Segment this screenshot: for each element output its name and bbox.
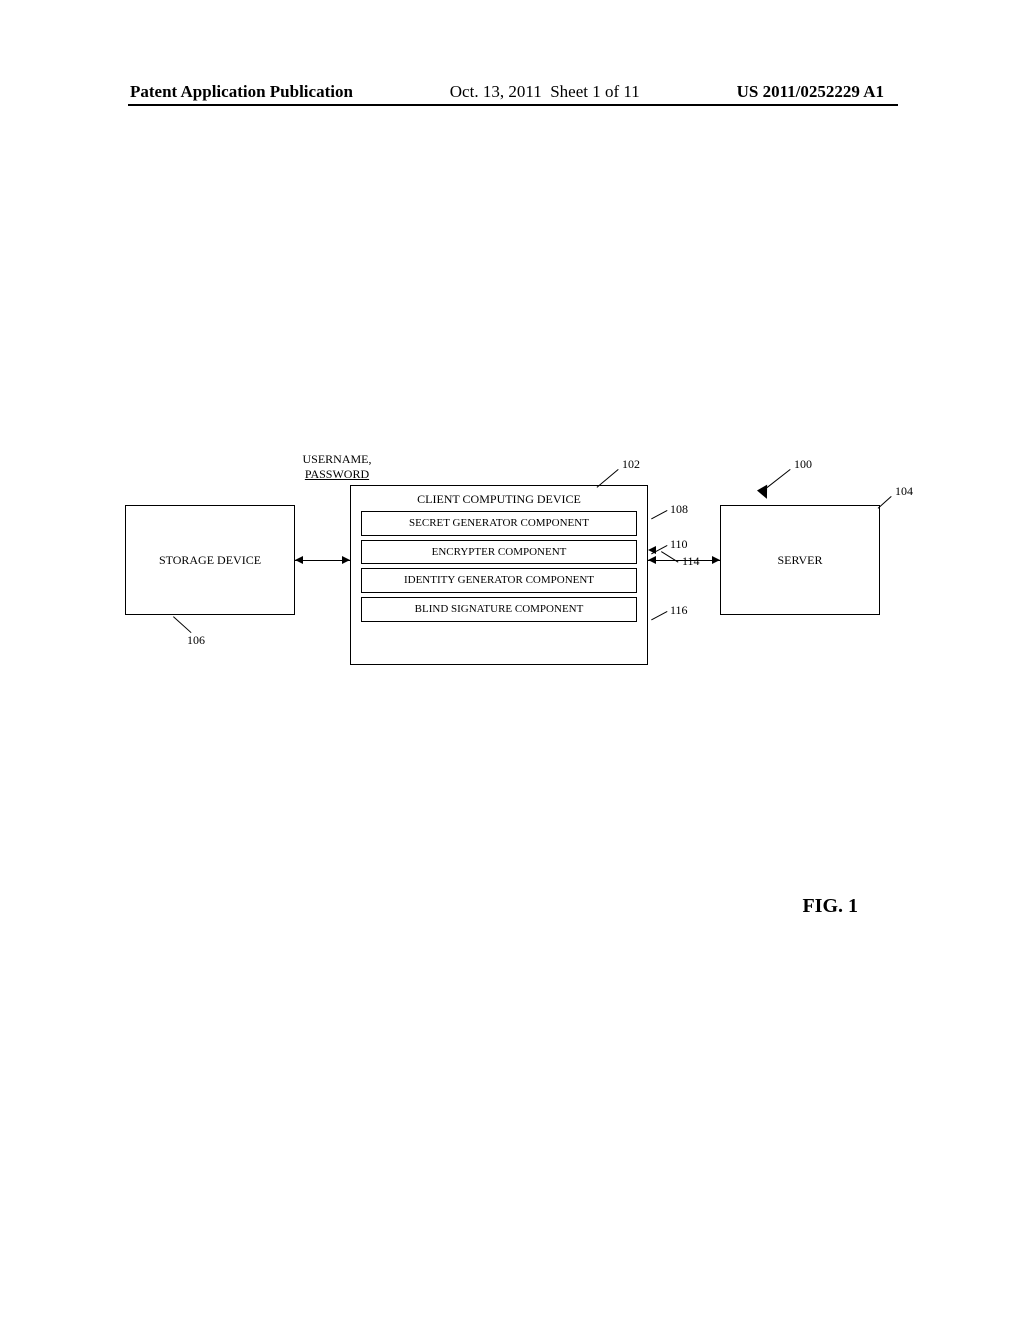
encrypter-label: ENCRYPTER COMPONENT bbox=[432, 546, 567, 558]
storage-device-box: STORAGE DEVICE bbox=[125, 505, 295, 615]
header-sheet: Sheet 1 of 11 bbox=[550, 82, 640, 101]
client-device-title: CLIENT COMPUTING DEVICE bbox=[361, 492, 637, 507]
ref-116: 116 bbox=[670, 603, 688, 618]
server-label: SERVER bbox=[777, 553, 822, 568]
secret-generator-label: SECRET GENERATOR COMPONENT bbox=[409, 517, 589, 529]
system-diagram: USERNAME, PASSWORD STORAGE DEVICE CLIENT… bbox=[125, 460, 895, 690]
lead-104 bbox=[878, 496, 892, 509]
input-label: USERNAME, PASSWORD bbox=[285, 452, 389, 482]
header-date-sheet: Oct. 13, 2011 Sheet 1 of 11 bbox=[450, 82, 640, 102]
page: Patent Application Publication Oct. 13, … bbox=[0, 0, 1024, 1320]
lead-116 bbox=[651, 611, 667, 620]
header-date: Oct. 13, 2011 bbox=[450, 82, 542, 101]
storage-device-label: STORAGE DEVICE bbox=[159, 553, 261, 568]
arrowhead-left-storage bbox=[295, 556, 303, 564]
ref-108: 108 bbox=[670, 502, 688, 517]
page-header: Patent Application Publication Oct. 13, … bbox=[0, 82, 1024, 102]
identity-generator-label: IDENTITY GENERATOR COMPONENT bbox=[404, 574, 594, 586]
server-box: SERVER bbox=[720, 505, 880, 615]
identity-generator-box: IDENTITY GENERATOR COMPONENT bbox=[361, 568, 637, 593]
arrowhead-right-server bbox=[712, 556, 720, 564]
arrowhead-left-client bbox=[648, 556, 656, 564]
secret-generator-box: SECRET GENERATOR COMPONENT bbox=[361, 511, 637, 536]
ref-102: 102 bbox=[622, 457, 640, 472]
ref-100: 100 bbox=[794, 457, 812, 472]
ref-110: 110 bbox=[670, 537, 688, 552]
blind-signature-box: BLIND SIGNATURE COMPONENT bbox=[361, 597, 637, 622]
client-device-box: CLIENT COMPUTING DEVICE SECRET GENERATOR… bbox=[350, 485, 648, 665]
header-rule bbox=[128, 104, 898, 106]
header-pubnumber: US 2011/0252229 A1 bbox=[737, 82, 884, 102]
ref-106: 106 bbox=[187, 633, 205, 648]
ref-114: 114 bbox=[682, 554, 700, 569]
header-publication: Patent Application Publication bbox=[130, 82, 353, 102]
input-password: PASSWORD bbox=[285, 467, 389, 482]
arrowhead-right-client bbox=[342, 556, 350, 564]
encrypter-box: ENCRYPTER COMPONENT bbox=[361, 540, 637, 565]
header-row: Patent Application Publication Oct. 13, … bbox=[0, 82, 1024, 102]
figure-label: FIG. 1 bbox=[802, 895, 858, 918]
lead-106 bbox=[173, 616, 192, 633]
ref-104: 104 bbox=[895, 484, 913, 499]
input-username: USERNAME, bbox=[285, 452, 389, 467]
blind-signature-label: BLIND SIGNATURE COMPONENT bbox=[415, 603, 584, 615]
lead-108 bbox=[651, 510, 667, 519]
